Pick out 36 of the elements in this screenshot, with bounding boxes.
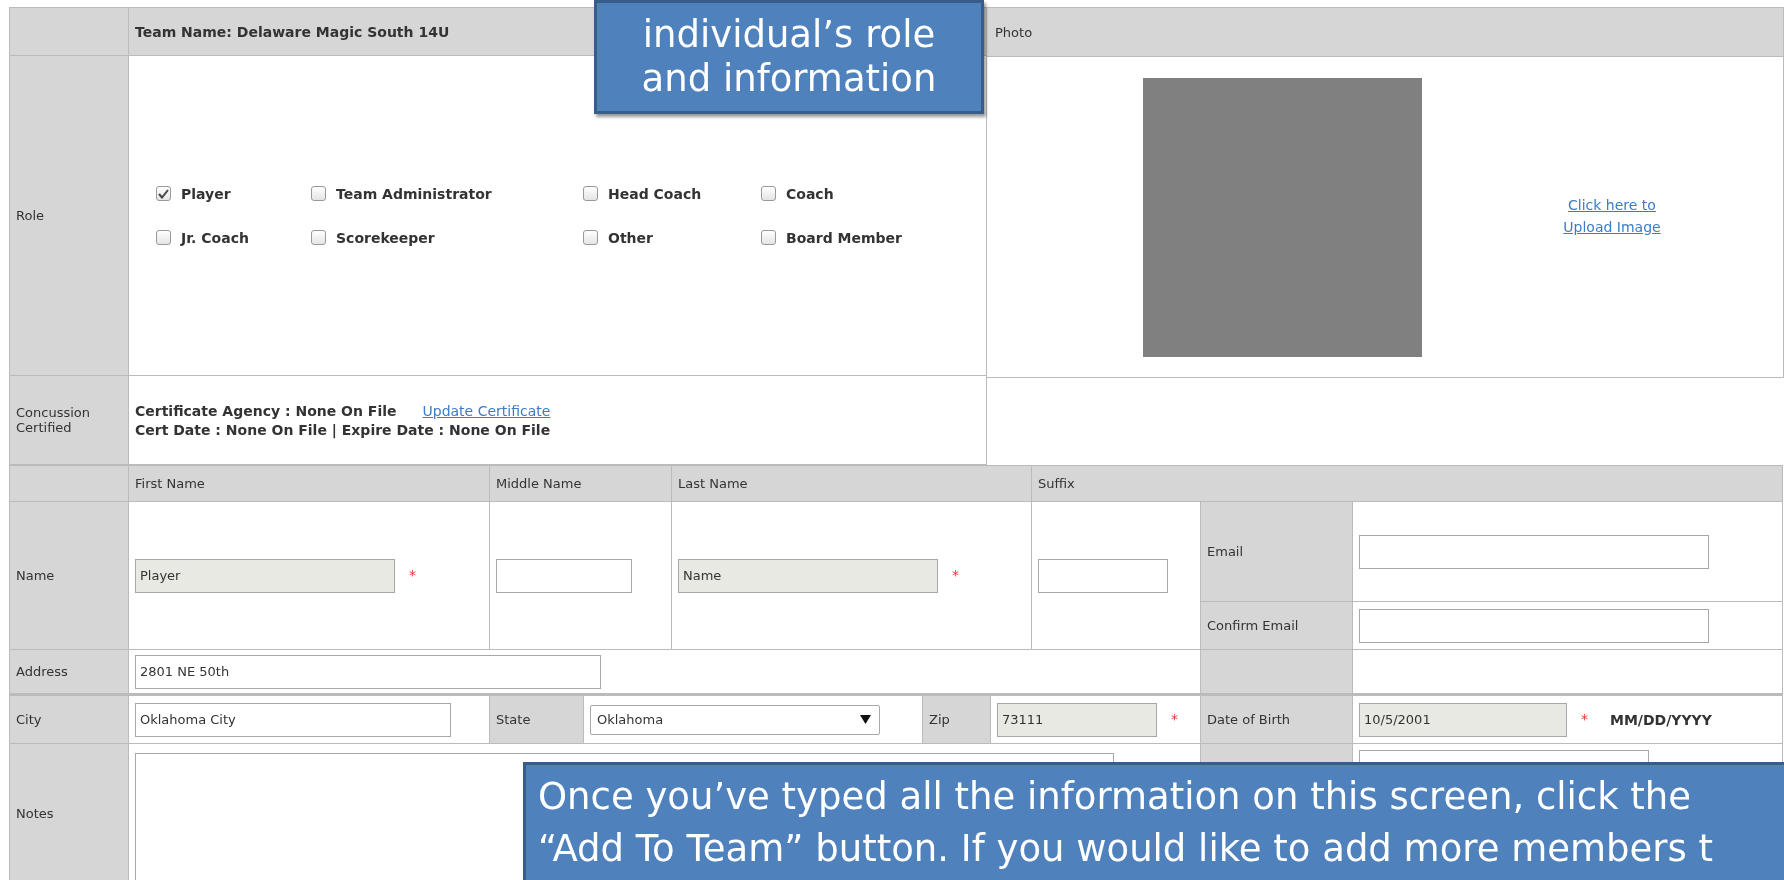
checkbox-label: Coach	[786, 185, 834, 202]
callout-text: “Add To Team” button. If you would like to add more members t	[538, 825, 1715, 872]
field-label: Email	[1207, 544, 1244, 559]
photo-heading: Photo	[995, 24, 1033, 40]
row-label: Concussion Certified	[16, 405, 91, 435]
callout-text: and information	[641, 57, 937, 102]
checkbox-label: Player	[181, 185, 231, 202]
checkbox-label: Jr. Coach	[181, 229, 249, 246]
row-label: City	[16, 712, 42, 727]
column-heading: First Name	[135, 476, 205, 491]
checkbox-label: Team Administrator	[336, 185, 492, 202]
checkbox-label: Other	[608, 229, 653, 246]
row-label: Role	[16, 208, 44, 223]
required-mark: *	[952, 566, 959, 583]
field-label: State	[496, 712, 531, 727]
callout-text: individual’s role	[642, 12, 936, 57]
column-heading: Middle Name	[496, 476, 582, 491]
field-label: Zip	[929, 712, 950, 727]
checkbox-label: Scorekeeper	[336, 229, 435, 246]
checkbox-label: Board Member	[786, 229, 902, 246]
callout-text: Once you’ve typed all the information on this screen, click the	[538, 774, 1693, 820]
date-format: MM/DD/YYYY	[1610, 711, 1712, 728]
field-label: Confirm Email	[1207, 618, 1299, 633]
row-label: Name	[16, 568, 55, 583]
certificate-agency: Certificate Agency : None On File	[135, 402, 397, 419]
column-heading: Suffix	[1038, 476, 1075, 491]
row-label: Address	[16, 664, 68, 679]
required-mark: *	[1171, 710, 1178, 727]
row-label: Notes	[16, 806, 54, 821]
certificate-dates: Cert Date : None On File | Expire Date : None On File	[135, 421, 551, 438]
required-mark: *	[1581, 710, 1588, 727]
column-heading: Last Name	[678, 476, 748, 491]
checkbox-label: Head Coach	[608, 185, 702, 202]
required-mark: *	[409, 566, 416, 583]
field-label: Date of Birth	[1207, 712, 1291, 727]
team-name: Team Name: Delaware Magic South 14U	[135, 23, 450, 40]
